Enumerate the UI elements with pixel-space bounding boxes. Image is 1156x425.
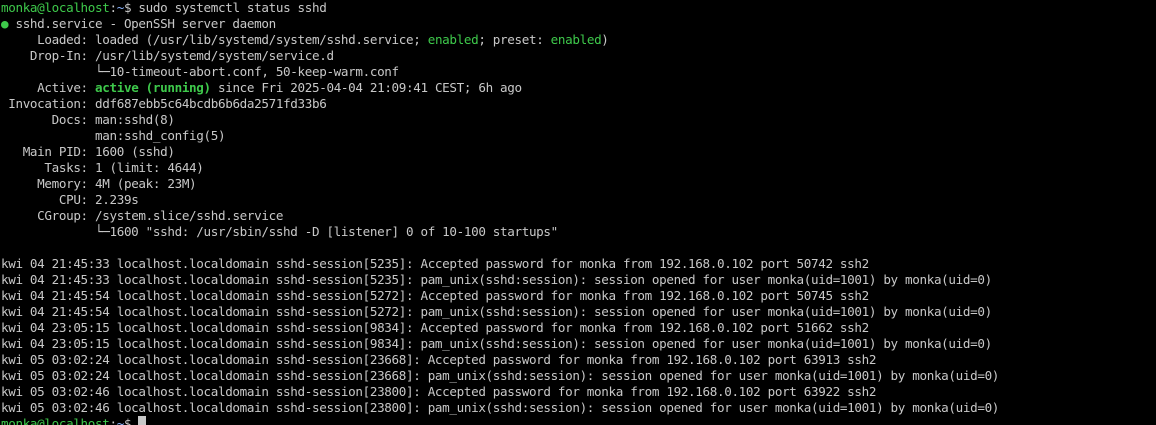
loaded-label: Loaded: xyxy=(1,32,96,47)
loaded-text: loaded (/usr/lib/systemd/system/sshd.ser… xyxy=(95,32,428,47)
memory-label: Memory: xyxy=(1,176,96,191)
prompt-separator: : xyxy=(109,0,117,15)
log-line: kwi 04 21:45:54 localhost.localdomain ss… xyxy=(1,304,992,319)
command-line: monka@localhost:~$ sudo systemctl status… xyxy=(1,0,1156,16)
dropin-files-line: └─10-timeout-abort.conf, 50-keep-warm.co… xyxy=(1,64,399,79)
log-line: kwi 05 03:02:24 localhost.localdomain ss… xyxy=(1,352,877,367)
prompt-symbol: $ xyxy=(123,416,139,425)
text-cursor xyxy=(138,416,147,425)
active-label: Active: xyxy=(1,80,96,95)
prompt-path: ~ xyxy=(116,0,125,15)
cpu-line: CPU: 2.239s xyxy=(1,192,1156,208)
prompt-symbol: $ xyxy=(123,0,139,15)
docs-label: Docs: xyxy=(1,112,96,127)
log-line: kwi 05 03:02:46 localhost.localdomain ss… xyxy=(1,384,877,399)
prompt-user-host: monka@localhost xyxy=(1,0,110,15)
typed-command: sudo systemctl status sshd xyxy=(138,0,327,15)
unit-title: sshd.service - OpenSSH server daemon xyxy=(8,16,276,31)
dropin-label: Drop-In: xyxy=(1,48,96,63)
active-since: since Fri 2025-04-04 21:09:41 CEST; 6h a… xyxy=(210,80,522,95)
prompt-separator: : xyxy=(109,416,117,425)
prompt-line[interactable]: monka@localhost:~$ xyxy=(1,416,1156,425)
log-line: kwi 04 21:45:33 localhost.localdomain ss… xyxy=(1,256,869,271)
loaded-line: Loaded: loaded (/usr/lib/systemd/system/… xyxy=(1,32,1156,48)
invocation-line: Invocation: ddf687ebb5c64bcdb6b6da2571fd… xyxy=(1,96,1156,112)
terminal-window[interactable]: monka@localhost:~$ sudo systemctl status… xyxy=(0,0,1156,425)
dropin-line: Drop-In: /usr/lib/systemd/system/service… xyxy=(1,48,1156,64)
tasks-value: 1 (limit: 4644) xyxy=(95,160,204,175)
loaded-preset-value: enabled xyxy=(550,32,602,47)
cgroup-label: CGroup: xyxy=(1,208,96,223)
tasks-line: Tasks: 1 (limit: 4644) xyxy=(1,160,1156,176)
main-pid-value: 1600 (sshd) xyxy=(95,144,175,159)
memory-line: Memory: 4M (peak: 23M) xyxy=(1,176,1156,192)
invocation-label: Invocation: xyxy=(1,96,96,111)
prompt-path: ~ xyxy=(116,416,125,425)
cpu-label: CPU: xyxy=(1,192,96,207)
log-line: kwi 04 21:45:54 localhost.localdomain ss… xyxy=(1,288,869,303)
docs-line-2: man:sshd_config(5) xyxy=(1,128,226,143)
active-state: active (running) xyxy=(95,80,211,95)
memory-value: 4M (peak: 23M) xyxy=(95,176,197,191)
log-line: kwi 04 23:05:15 localhost.localdomain ss… xyxy=(1,336,992,351)
dropin-path: /usr/lib/systemd/system/service.d xyxy=(95,48,334,63)
cgroup-value: /system.slice/sshd.service xyxy=(95,208,284,223)
unit-title-line: ● sshd.service - OpenSSH server daemon xyxy=(1,16,1156,32)
log-line: kwi 04 23:05:15 localhost.localdomain ss… xyxy=(1,320,869,335)
tasks-label: Tasks: xyxy=(1,160,96,175)
active-line: Active: active (running) since Fri 2025-… xyxy=(1,80,1156,96)
invocation-value: ddf687ebb5c64bcdb6b6da2571fd33b6 xyxy=(95,96,327,111)
main-pid-label: Main PID: xyxy=(1,144,96,159)
main-pid-line: Main PID: 1600 (sshd) xyxy=(1,144,1156,160)
cgroup-child-line: └─1600 "sshd: /usr/sbin/sshd -D [listene… xyxy=(1,224,558,239)
loaded-enabled: enabled xyxy=(427,32,479,47)
log-line: kwi 05 03:02:46 localhost.localdomain ss… xyxy=(1,400,1000,415)
docs-value-sshd: man:sshd(8) xyxy=(95,112,175,127)
cgroup-line: CGroup: /system.slice/sshd.service xyxy=(1,208,1156,224)
log-line: kwi 05 03:02:24 localhost.localdomain ss… xyxy=(1,368,1000,383)
prompt-user-host: monka@localhost xyxy=(1,416,110,425)
docs-line: Docs: man:sshd(8) xyxy=(1,112,1156,128)
loaded-preset-label: ; preset: xyxy=(478,32,551,47)
loaded-close: ) xyxy=(601,32,609,47)
cpu-value: 2.239s xyxy=(95,192,139,207)
log-line: kwi 04 21:45:33 localhost.localdomain ss… xyxy=(1,272,992,287)
